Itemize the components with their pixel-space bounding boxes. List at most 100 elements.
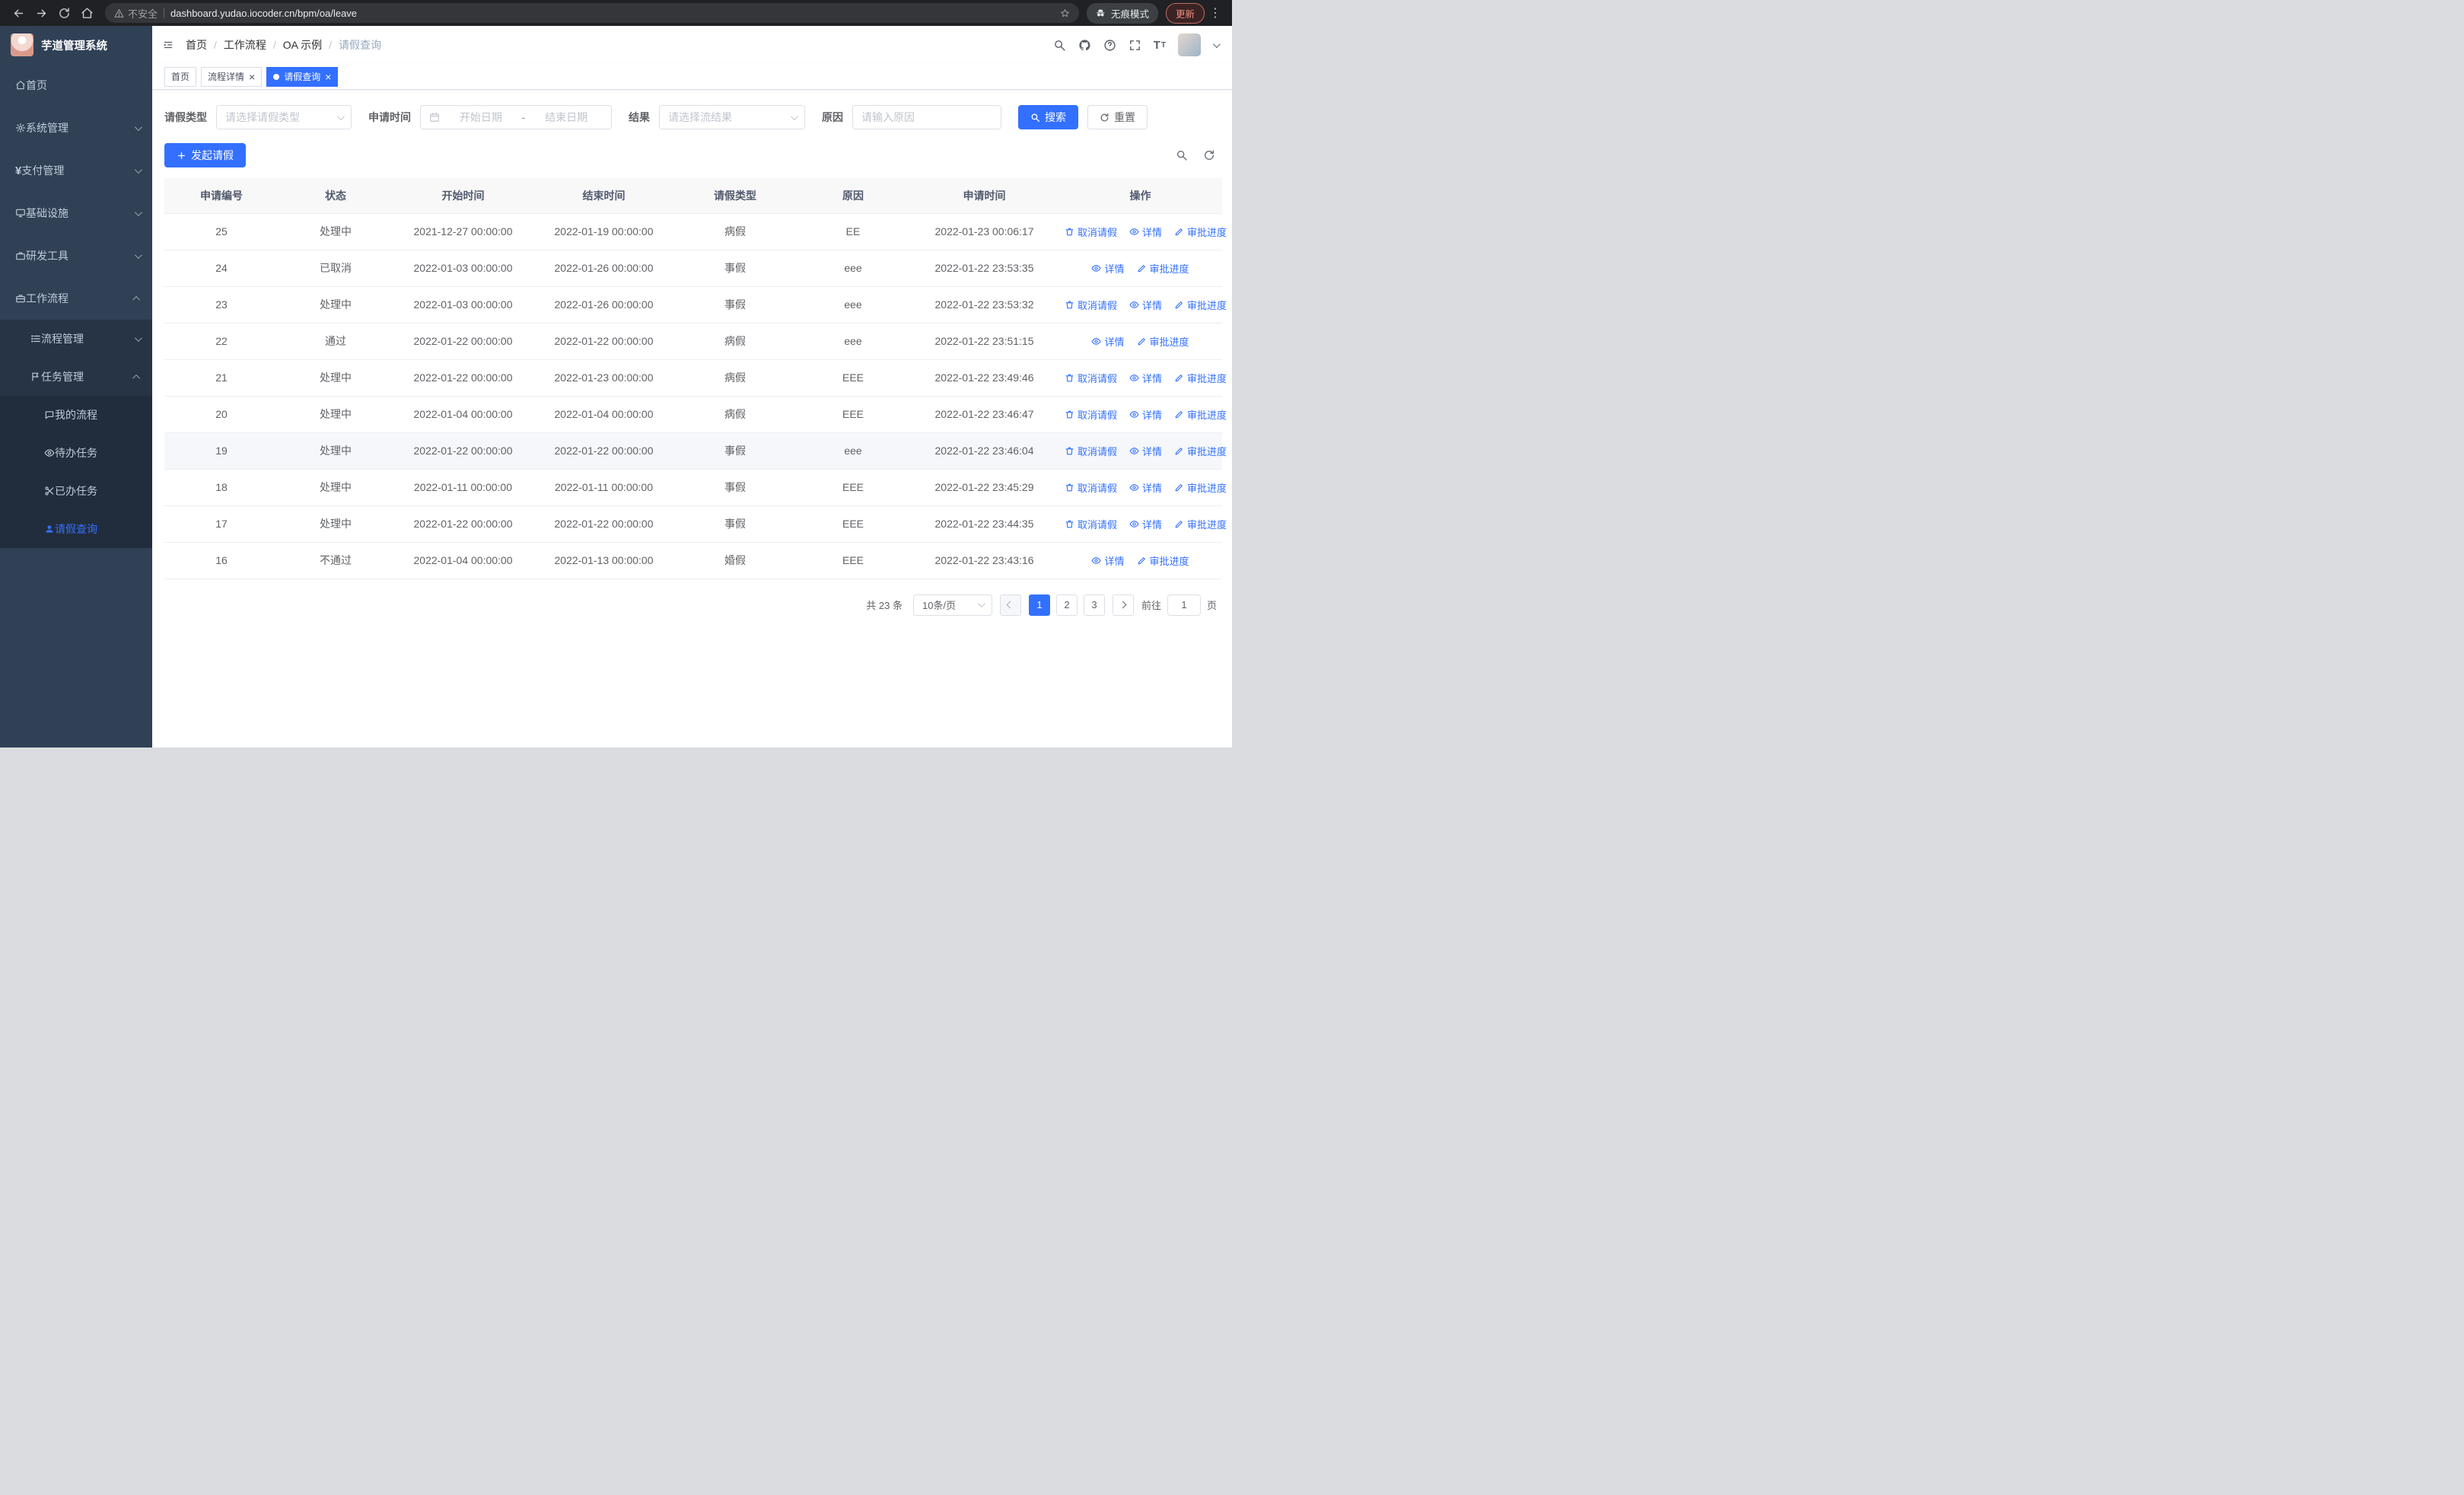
action-cancel-link[interactable]: 取消请假	[1065, 480, 1117, 495]
result-select[interactable]: 请选择流结果	[659, 105, 805, 129]
chevron-down-icon[interactable]	[1212, 40, 1221, 48]
browser-window: 不安全 dashboard.yudao.iocoder.cn/bpm/oa/le…	[0, 0, 1232, 748]
action-progress-link[interactable]: 审批进度	[1137, 334, 1189, 349]
action-label: 审批进度	[1187, 372, 1227, 384]
create-leave-button[interactable]: 发起请假	[164, 143, 246, 167]
action-progress-link[interactable]: 审批进度	[1174, 517, 1227, 531]
sidebar-item-dev-tools[interactable]: 研发工具	[0, 234, 152, 277]
sidebar-item-done-tasks[interactable]: 已办任务	[0, 472, 152, 510]
close-icon[interactable]: ×	[325, 72, 331, 82]
close-icon[interactable]: ×	[249, 72, 255, 82]
sidebar-item-task-management[interactable]: 任务管理	[0, 358, 152, 396]
reset-button[interactable]: 重置	[1087, 105, 1148, 129]
bookmark-star-icon[interactable]	[1060, 8, 1070, 18]
sidebar-item-home[interactable]: 首页	[0, 64, 152, 107]
action-cancel-link[interactable]: 取消请假	[1065, 444, 1117, 458]
security-chip[interactable]: 不安全	[114, 6, 158, 21]
page-size-select[interactable]: 10条/页	[912, 594, 992, 616]
github-icon[interactable]	[1078, 39, 1091, 52]
apply-time-range-picker[interactable]: 开始日期 - 结束日期	[420, 105, 612, 129]
action-cancel-link[interactable]: 取消请假	[1065, 517, 1117, 531]
table-row[interactable]: 24 已取消 2022-01-03 00:00:00 2022-01-26 00:00…	[164, 250, 1222, 287]
next-page-button[interactable]	[1112, 594, 1134, 616]
action-progress-link[interactable]: 审批进度	[1174, 480, 1227, 495]
action-progress-link[interactable]: 审批进度	[1137, 553, 1189, 568]
page-button-3[interactable]: 3	[1083, 594, 1105, 616]
action-detail-link[interactable]: 详情	[1129, 407, 1162, 422]
table-row[interactable]: 22 通过 2022-01-22 00:00:00 2022-01-22 00:00:…	[164, 323, 1222, 360]
leave-type-select[interactable]: 请选择请假类型	[216, 105, 352, 129]
action-cancel-link[interactable]: 取消请假	[1065, 407, 1117, 422]
table-search-icon[interactable]	[1176, 149, 1188, 161]
action-detail-link[interactable]: 详情	[1129, 371, 1162, 385]
action-cancel-link[interactable]: 取消请假	[1065, 371, 1117, 385]
action-detail-link[interactable]: 详情	[1129, 480, 1162, 495]
reload-button[interactable]	[53, 2, 75, 24]
tab-home[interactable]: 首页	[164, 66, 197, 87]
tab-leave-query[interactable]: 请假查询 ×	[266, 66, 339, 87]
cell-status: 处理中	[279, 505, 393, 543]
sidebar-item-todo-tasks[interactable]: 待办任务	[0, 434, 152, 472]
sidebar-fold-icon[interactable]	[163, 40, 173, 50]
table-row[interactable]: 25 处理中 2021-12-27 00:00:00 2022-01-19 00:00…	[164, 213, 1227, 250]
prev-page-button[interactable]	[999, 594, 1021, 616]
goto-page-input[interactable]	[1167, 594, 1201, 616]
back-button[interactable]	[8, 2, 29, 24]
sidebar-item-my-process[interactable]: 我的流程	[0, 396, 152, 434]
action-detail-link[interactable]: 详情	[1129, 225, 1162, 239]
sidebar-item-workflow[interactable]: 工作流程	[0, 277, 152, 320]
sidebar-item-process-management[interactable]: 流程管理	[0, 320, 152, 358]
breadcrumb-item[interactable]: 首页	[186, 37, 207, 53]
action-progress-link[interactable]: 审批进度	[1174, 407, 1227, 422]
table-row[interactable]: 21 处理中 2022-01-22 00:00:00 2022-01-23 00:00…	[164, 359, 1227, 397]
sidebar-item-label: 流程管理	[41, 333, 84, 345]
breadcrumb-item[interactable]: OA 示例	[283, 37, 322, 53]
action-cancel-link[interactable]: 取消请假	[1065, 225, 1117, 239]
home-button[interactable]	[76, 2, 97, 24]
search-button[interactable]: 搜索	[1018, 105, 1078, 129]
edit-icon	[1174, 410, 1184, 419]
sidebar-item-infrastructure[interactable]: 基础设施	[0, 192, 152, 234]
table-row[interactable]: 18 处理中 2022-01-11 00:00:00 2022-01-11 00:00…	[164, 469, 1227, 506]
logo[interactable]: 芋道管理系统	[0, 26, 152, 64]
action-progress-link[interactable]: 审批进度	[1174, 298, 1227, 312]
action-detail-link[interactable]: 详情	[1129, 444, 1162, 458]
action-detail-link[interactable]: 详情	[1091, 261, 1125, 276]
update-button[interactable]: 更新	[1165, 2, 1205, 24]
action-progress-link[interactable]: 审批进度	[1174, 371, 1227, 385]
tab-process-detail[interactable]: 流程详情 ×	[201, 66, 263, 87]
action-label: 审批进度	[1187, 409, 1227, 421]
breadcrumb-item[interactable]: 工作流程	[224, 37, 266, 53]
address-bar[interactable]: 不安全 dashboard.yudao.iocoder.cn/bpm/oa/le…	[105, 3, 1080, 23]
forward-button[interactable]	[30, 2, 52, 24]
action-progress-link[interactable]: 审批进度	[1174, 444, 1227, 458]
table-row[interactable]: 19 处理中 2022-01-22 00:00:00 2022-01-22 00:00…	[164, 432, 1227, 470]
action-detail-link[interactable]: 详情	[1129, 517, 1162, 531]
page-button-1[interactable]: 1	[1028, 594, 1050, 616]
edit-icon	[1174, 446, 1184, 456]
action-detail-link[interactable]: 详情	[1091, 334, 1125, 349]
sidebar-item-system-management[interactable]: 系统管理	[0, 107, 152, 149]
table-row[interactable]: 17 处理中 2022-01-22 00:00:00 2022-01-22 00:00…	[164, 505, 1227, 543]
sidebar-item-payment-management[interactable]: ¥ 支付管理	[0, 149, 152, 192]
question-icon[interactable]	[1103, 39, 1116, 52]
search-icon[interactable]	[1053, 39, 1066, 52]
reason-input[interactable]	[861, 111, 992, 123]
browser-menu-icon[interactable]: ⋮	[1206, 5, 1224, 21]
user-avatar[interactable]	[1178, 33, 1201, 56]
action-progress-link[interactable]: 审批进度	[1174, 225, 1227, 239]
breadcrumb-separator: /	[329, 39, 333, 51]
action-detail-link[interactable]: 详情	[1129, 298, 1162, 312]
table-refresh-icon[interactable]	[1203, 149, 1215, 161]
sidebar-item-leave-query[interactable]: 请假查询	[0, 510, 152, 548]
action-progress-link[interactable]: 审批进度	[1137, 261, 1189, 276]
table-row[interactable]: 16 不通过 2022-01-04 00:00:00 2022-01-13 00:00…	[164, 542, 1222, 579]
fullscreen-icon[interactable]	[1129, 39, 1141, 52]
action-detail-link[interactable]: 详情	[1091, 553, 1125, 568]
table-row[interactable]: 20 处理中 2022-01-04 00:00:00 2022-01-04 00:00…	[164, 396, 1227, 433]
table-row[interactable]: 23 处理中 2022-01-03 00:00:00 2022-01-26 00:00…	[164, 286, 1227, 324]
page-button-2[interactable]: 2	[1055, 594, 1078, 616]
action-cancel-link[interactable]: 取消请假	[1065, 298, 1117, 312]
scissors-icon	[44, 486, 55, 496]
fontsize-icon[interactable]: TT	[1154, 39, 1166, 52]
